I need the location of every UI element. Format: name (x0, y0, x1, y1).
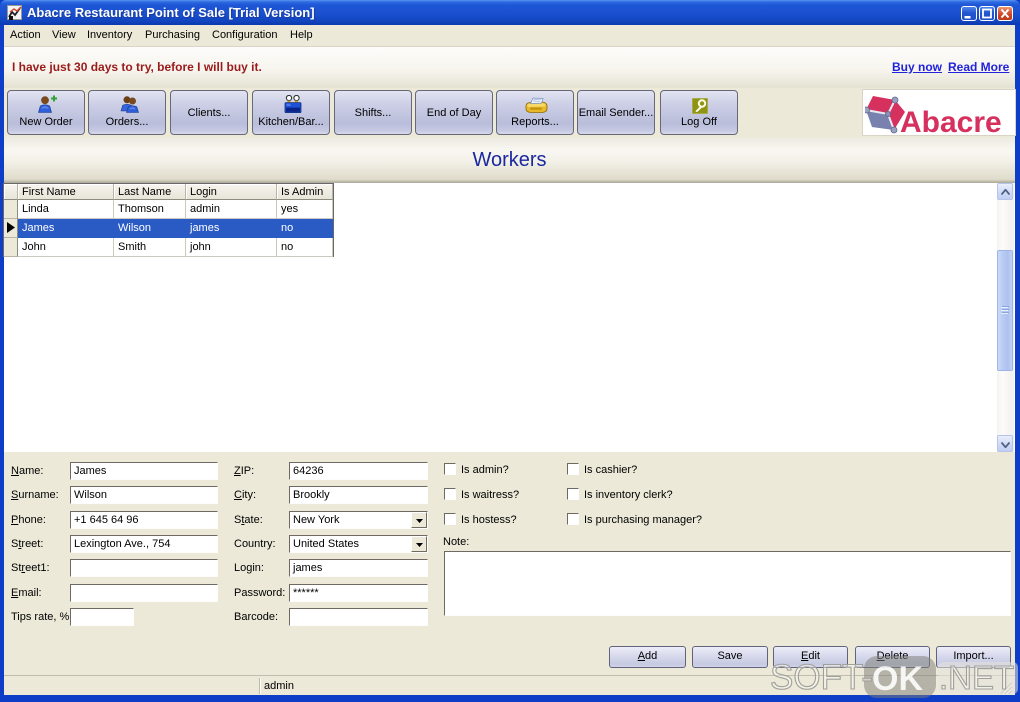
svg-text:.NET: .NET (939, 659, 1014, 696)
svg-text:OK: OK (872, 660, 923, 698)
svg-text:Abacre: Abacre (900, 106, 1002, 135)
svg-text:SOFT-: SOFT- (770, 658, 873, 697)
